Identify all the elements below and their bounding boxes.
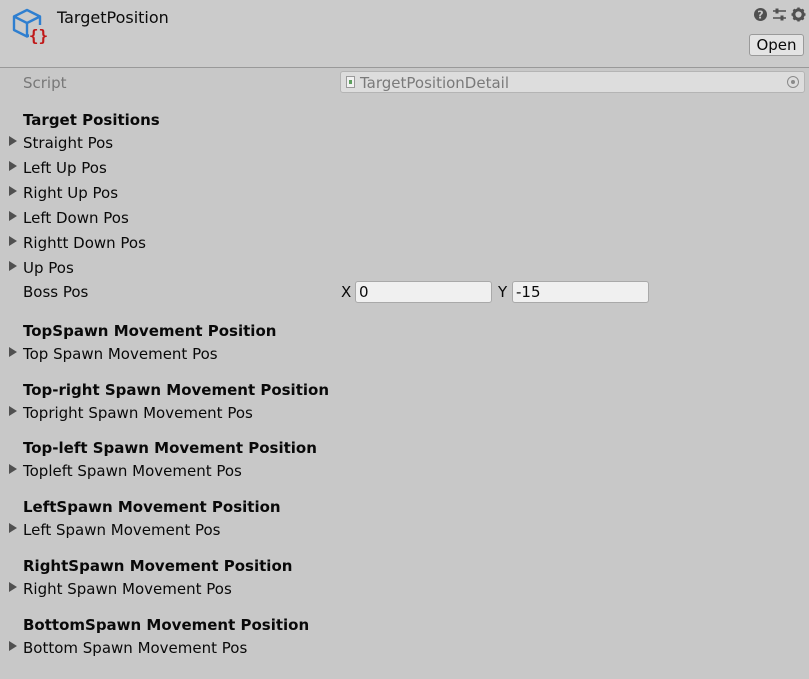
section-header: Target Positions bbox=[23, 111, 160, 129]
preset-icon[interactable] bbox=[772, 7, 787, 22]
foldout-topright-spawn-movement-pos[interactable]: Topright Spawn Movement Pos bbox=[23, 404, 253, 422]
foldout-right-up-pos[interactable]: Right Up Pos bbox=[23, 184, 118, 202]
foldout-right-spawn-movement-pos[interactable]: Right Spawn Movement Pos bbox=[23, 580, 232, 598]
script-label: Script bbox=[23, 74, 67, 92]
foldout-bottom-spawn-movement-pos[interactable]: Bottom Spawn Movement Pos bbox=[23, 639, 247, 657]
foldout-arrow-icon[interactable] bbox=[9, 211, 17, 221]
section-header: Top-right Spawn Movement Position bbox=[23, 381, 329, 399]
foldout-arrow-icon[interactable] bbox=[9, 161, 17, 171]
boss-pos-x-field[interactable]: 0 bbox=[355, 281, 492, 303]
foldout-left-up-pos[interactable]: Left Up Pos bbox=[23, 159, 107, 177]
script-file-icon bbox=[346, 76, 355, 88]
inspector-title: TargetPosition bbox=[57, 8, 169, 27]
foldout-topleft-spawn-movement-pos[interactable]: Topleft Spawn Movement Pos bbox=[23, 462, 242, 480]
section-header: Top-left Spawn Movement Position bbox=[23, 439, 317, 457]
help-icon[interactable]: ? bbox=[753, 7, 768, 22]
foldout-arrow-icon[interactable] bbox=[9, 261, 17, 271]
script-object-icon: {} bbox=[12, 8, 48, 45]
foldout-arrow-icon[interactable] bbox=[9, 236, 17, 246]
foldout-up-pos[interactable]: Up Pos bbox=[23, 259, 74, 277]
x-axis-label[interactable]: X bbox=[341, 283, 351, 301]
foldout-straight-pos[interactable]: Straight Pos bbox=[23, 134, 113, 152]
boss-pos-y-field[interactable]: -15 bbox=[512, 281, 649, 303]
foldout-arrow-icon[interactable] bbox=[9, 582, 17, 592]
section-header: BottomSpawn Movement Position bbox=[23, 616, 310, 634]
section-header: RightSpawn Movement Position bbox=[23, 557, 293, 575]
section-header: LeftSpawn Movement Position bbox=[23, 498, 281, 516]
foldout-left-spawn-movement-pos[interactable]: Left Spawn Movement Pos bbox=[23, 521, 221, 539]
section-header: TopSpawn Movement Position bbox=[23, 322, 277, 340]
foldout-arrow-icon[interactable] bbox=[9, 347, 17, 357]
object-picker-icon[interactable] bbox=[787, 76, 799, 88]
foldout-arrow-icon[interactable] bbox=[9, 186, 17, 196]
foldout-top-spawn-movement-pos[interactable]: Top Spawn Movement Pos bbox=[23, 345, 218, 363]
inspector-header: {} TargetPosition ? Open bbox=[0, 0, 809, 68]
script-value: TargetPositionDetail bbox=[360, 74, 509, 92]
foldout-left-down-pos[interactable]: Left Down Pos bbox=[23, 209, 129, 227]
foldout-arrow-icon[interactable] bbox=[9, 641, 17, 651]
foldout-right-down-pos[interactable]: Rightt Down Pos bbox=[23, 234, 146, 252]
y-axis-label[interactable]: Y bbox=[498, 283, 507, 301]
settings-icon[interactable] bbox=[791, 7, 806, 22]
foldout-arrow-icon[interactable] bbox=[9, 136, 17, 146]
svg-text:?: ? bbox=[757, 9, 763, 22]
svg-text:{}: {} bbox=[29, 26, 48, 45]
foldout-arrow-icon[interactable] bbox=[9, 464, 17, 474]
open-button[interactable]: Open bbox=[749, 34, 804, 56]
foldout-arrow-icon[interactable] bbox=[9, 406, 17, 416]
script-field[interactable]: TargetPositionDetail bbox=[340, 71, 805, 93]
foldout-arrow-icon[interactable] bbox=[9, 523, 17, 533]
boss-pos-label: Boss Pos bbox=[23, 283, 89, 301]
